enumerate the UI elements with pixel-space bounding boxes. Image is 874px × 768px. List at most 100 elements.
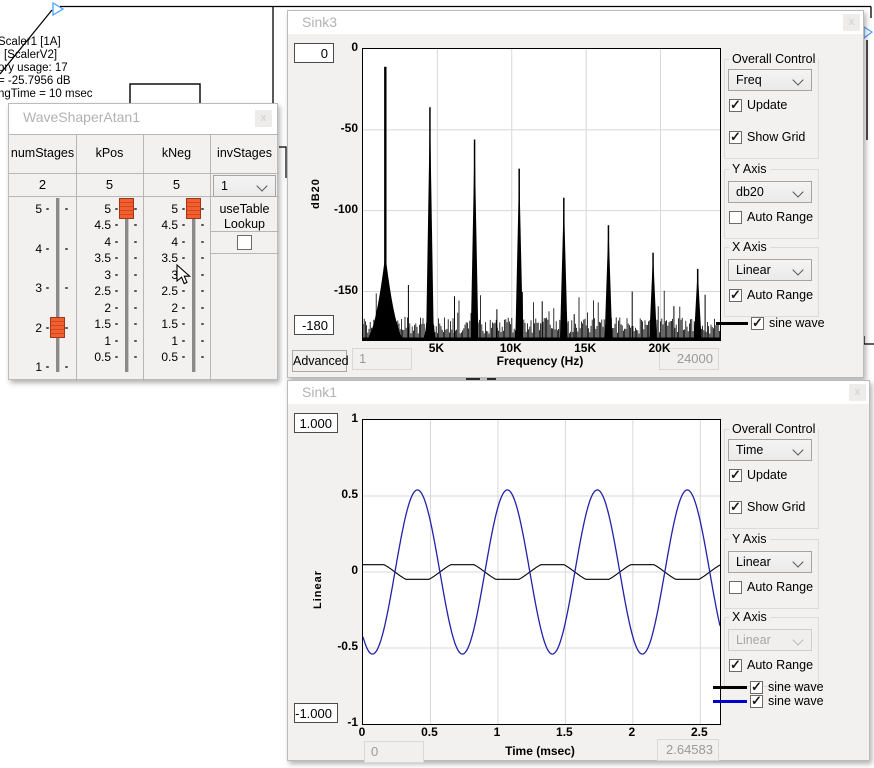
sink3-xmin-box[interactable]: 1	[352, 348, 412, 370]
slider-track[interactable]	[56, 198, 60, 372]
sink1-xtick-label: 0	[348, 725, 376, 739]
waveform-chart	[363, 420, 720, 724]
slider-tick-mark	[201, 274, 204, 276]
sink1-yaxis-autorange-label: Auto Range	[747, 580, 813, 594]
column-header-kneg: kNeg	[143, 146, 210, 160]
sink3-titlebar[interactable]: Sink3 x	[288, 11, 863, 34]
slider-tick-mark	[65, 208, 68, 210]
slider-tick-mark	[134, 323, 137, 325]
sink1-xtick-label: 2.5	[685, 725, 713, 739]
numstages-slider[interactable]: 54321	[9, 196, 76, 381]
slider-handle[interactable]	[50, 317, 65, 338]
slider-tick-mark	[182, 356, 185, 358]
slider-tick-label: 3	[144, 268, 178, 282]
close-icon[interactable]: x	[843, 14, 860, 31]
invstages-dropdown[interactable]: 1	[213, 175, 276, 197]
sink1-titlebar[interactable]: Sink1 x	[288, 381, 869, 404]
slider-tick-mark	[46, 287, 49, 289]
slider-tick-label: 2	[77, 301, 111, 315]
sink1-update-label: Update	[747, 468, 787, 482]
sink3-xaxis-autorange-checkbox[interactable]	[729, 289, 742, 302]
slider-tick-mark	[65, 248, 68, 250]
sink3-overall-dropdown[interactable]: Freq	[728, 69, 812, 91]
slider-tick-label: 5	[77, 202, 111, 216]
slider-tick-mark	[46, 327, 49, 329]
kpos-slider[interactable]: 54.543.532.521.510.5	[76, 196, 143, 381]
wire-arrow-icon	[864, 27, 872, 38]
sink1-window: Sink1 x 1.000 -1.000 Linear 0 2.64583 Ti…	[287, 380, 870, 761]
sink1-ytick-label: 0.5	[318, 487, 358, 501]
chevron-down-icon	[792, 264, 803, 275]
sink1-overall-label: Overall Control	[729, 422, 818, 436]
sink3-legend-checkbox[interactable]	[751, 317, 764, 330]
sink3-yaxis-label: dB20	[310, 149, 322, 209]
slider-tick-mark	[182, 323, 185, 325]
sink1-xmax-box[interactable]: 2.64583	[657, 739, 719, 761]
slider-tick-mark	[115, 340, 118, 342]
waveshaper-titlebar[interactable]: WaveShaperAtan1 x	[9, 104, 277, 134]
sink3-xaxis-group	[724, 247, 819, 317]
sink1-yaxis-dropdown[interactable]: Linear	[728, 551, 812, 573]
slider-tick-label: 2.5	[144, 284, 178, 298]
usetable-lookup-checkbox[interactable]	[237, 235, 252, 250]
slider-tick-mark	[201, 356, 204, 358]
slider-tick-mark	[134, 241, 137, 243]
scaler-module-text: Scaler1 [1A] [ScalerV2] ory usage: 17 = …	[0, 36, 108, 101]
sink3-ymin-box[interactable]: -180	[294, 315, 334, 335]
slider-tick-mark	[134, 257, 137, 259]
close-icon[interactable]: x	[255, 110, 272, 127]
sink1-xaxis-dropdown[interactable]: Linear	[728, 629, 812, 651]
slider-tick-mark	[134, 356, 137, 358]
sink1-ytick-label: -0.5	[318, 639, 358, 653]
sink1-xaxis-autorange-checkbox[interactable]	[729, 659, 742, 672]
legend-line-blue	[713, 700, 747, 703]
slider-tick-mark	[115, 257, 118, 259]
slider-tick-mark	[65, 366, 68, 368]
sink1-legend-checkbox-blue[interactable]	[750, 695, 763, 708]
slider-tick-mark	[201, 323, 204, 325]
sink3-update-checkbox[interactable]	[729, 99, 742, 112]
sink3-xtick-label: 5K	[420, 341, 452, 355]
slider-tick-mark	[201, 340, 204, 342]
sink3-xaxis-autorange-label: Auto Range	[747, 288, 813, 302]
advanced-button[interactable]: Advanced	[292, 350, 347, 372]
slider-tick-label: 4.5	[77, 218, 111, 232]
slider-tick-label: 4	[8, 242, 42, 256]
sink1-xaxis-dropdown-value: Linear	[736, 633, 771, 647]
sink1-update-checkbox[interactable]	[729, 469, 742, 482]
chevron-down-icon	[792, 634, 803, 645]
slider-tick-mark	[134, 208, 137, 210]
sink3-xtick-label: 15K	[569, 341, 601, 355]
sink1-showgrid-label: Show Grid	[747, 500, 805, 514]
invstages-dropdown-value: 1	[221, 179, 228, 193]
sink1-yaxis-autorange-checkbox[interactable]	[729, 581, 742, 594]
sink3-ytick-label: 0	[318, 40, 358, 54]
slider-tick-label: 2.5	[77, 284, 111, 298]
slider-tick-mark	[46, 366, 49, 368]
slider-tick-mark	[182, 307, 185, 309]
sink3-showgrid-checkbox[interactable]	[729, 131, 742, 144]
sink3-yaxis-dropdown[interactable]: db20	[728, 181, 812, 203]
chevron-down-icon	[792, 186, 803, 197]
sink3-xaxis-dropdown[interactable]: Linear	[728, 259, 812, 281]
slider-tick-mark	[46, 248, 49, 250]
sink1-overall-dropdown[interactable]: Time	[728, 439, 812, 461]
sink3-xtick-label: 10K	[495, 341, 527, 355]
waveshaper-window: WaveShaperAtan1 x numStages kPos kNeg in…	[8, 103, 278, 380]
slider-handle[interactable]	[186, 198, 201, 219]
sink1-xmin-box[interactable]: 0	[364, 741, 424, 763]
sink3-yaxis-autorange-checkbox[interactable]	[729, 211, 742, 224]
slider-track[interactable]	[125, 198, 129, 372]
column-header-kpos: kPos	[76, 146, 143, 160]
scaler-text-line: ngTime = 10 msec	[0, 88, 108, 101]
sink3-legend-label: sine wave	[769, 316, 825, 330]
slider-handle[interactable]	[119, 198, 134, 219]
chevron-down-icon	[792, 74, 803, 85]
slider-tick-label: 1	[8, 360, 42, 374]
close-icon[interactable]: x	[849, 384, 866, 401]
kneg-slider[interactable]: 54.543.532.521.510.5	[143, 196, 210, 381]
sink1-showgrid-checkbox[interactable]	[729, 501, 742, 514]
slider-tick-label: 1	[77, 334, 111, 348]
slider-tick-mark	[115, 224, 118, 226]
slider-tick-label: 1.5	[144, 317, 178, 331]
